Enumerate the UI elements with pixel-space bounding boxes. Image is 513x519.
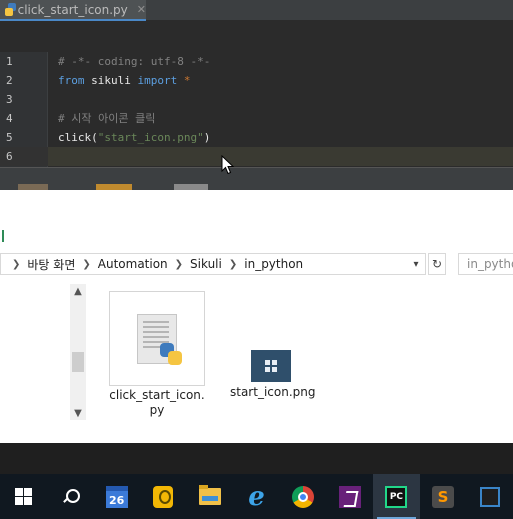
python-file-icon <box>137 313 182 365</box>
pycharm-icon: PC <box>385 485 408 508</box>
internet-explorer-button[interactable]: e <box>233 474 280 519</box>
lightbulb-icon <box>153 485 174 508</box>
breadcrumb-item[interactable]: Sikuli <box>190 257 222 271</box>
code-text[interactable]: # 시작 아이콘 클릭 <box>58 109 155 128</box>
line-number: 4 <box>6 112 13 125</box>
chevron-right-icon[interactable]: ❯ <box>82 259 90 270</box>
code-text[interactable]: # -*- coding: utf-8 -*- <box>58 52 210 71</box>
code-text[interactable]: from sikuli import * <box>58 71 191 90</box>
file-thumbnail[interactable] <box>109 291 205 386</box>
scrollbar-thumb[interactable] <box>72 352 84 372</box>
chevron-right-icon[interactable]: ❯ <box>12 259 20 270</box>
line-number: 3 <box>6 93 13 106</box>
search-button[interactable] <box>47 474 94 519</box>
refresh-button[interactable]: ↻ <box>428 253 446 275</box>
editor-tab-label: click_start_icon.py <box>17 2 128 17</box>
mouse-pointer-icon <box>221 155 235 175</box>
code-area[interactable]: 1 # -*- coding: utf-8 -*- 2 from sikuli imp… <box>0 52 513 167</box>
chevron-down-icon[interactable]: ▾ <box>409 256 423 272</box>
line-number: 6 <box>6 150 13 163</box>
sublime-text-button[interactable]: S <box>420 474 467 519</box>
status-strip <box>0 443 513 474</box>
file-explorer-button[interactable] <box>187 474 234 519</box>
chrome-button[interactable] <box>280 474 327 519</box>
file-item-click-start-icon[interactable]: click_start_icon.py <box>109 291 205 418</box>
breadcrumb-item[interactable]: 바탕 화면 <box>27 256 75 273</box>
file-item-start-icon[interactable]: start_icon.png <box>230 350 315 399</box>
search-icon <box>62 488 80 505</box>
code-line[interactable]: 3 <box>0 90 513 109</box>
chevron-up-icon[interactable]: ▲ <box>70 284 86 298</box>
visual-studio-button[interactable] <box>326 474 373 519</box>
keep-app-button[interactable] <box>140 474 187 519</box>
breadcrumb-item[interactable]: Automation <box>98 257 168 271</box>
code-text[interactable]: click("start_icon.png") <box>58 128 210 147</box>
chevron-right-icon[interactable]: ❯ <box>229 259 237 270</box>
breadcrumb-item[interactable]: in_python <box>244 257 303 271</box>
code-line[interactable]: 1 # -*- coding: utf-8 -*- <box>0 52 513 71</box>
code-line[interactable]: 2 from sikuli import * <box>0 71 513 90</box>
taskbar: 26 e PC S <box>0 474 513 519</box>
calendar-app-button[interactable]: 26 <box>93 474 140 519</box>
close-icon[interactable]: ✕ <box>137 3 146 16</box>
line-number: 5 <box>6 131 13 144</box>
editor-tab-bar: click_start_icon.py ✕ <box>0 0 513 21</box>
visual-studio-icon <box>338 485 361 508</box>
code-line[interactable]: 5 click("start_icon.png") <box>0 128 513 147</box>
python-file-icon <box>4 3 16 16</box>
other-app-button[interactable] <box>466 474 513 519</box>
ribbon-marker <box>2 230 4 242</box>
chevron-right-icon[interactable]: ❯ <box>175 259 183 270</box>
nav-scrollbar[interactable]: ▲ ▼ <box>70 284 86 420</box>
windows-logo-icon <box>14 488 32 505</box>
code-line[interactable]: 6 <box>0 147 513 166</box>
code-line[interactable]: 4 # 시작 아이콘 클릭 <box>0 109 513 128</box>
file-name[interactable]: click_start_icon.py <box>109 388 205 418</box>
line-number: 1 <box>6 55 13 68</box>
start-button[interactable] <box>0 474 47 519</box>
ribbon-area <box>0 190 513 250</box>
code-editor: click_start_icon.py ✕ 1 # -*- coding: utf… <box>0 0 513 191</box>
editor-tab[interactable]: click_start_icon.py ✕ <box>0 0 146 21</box>
search-input[interactable]: in_pytho <box>458 253 513 275</box>
folder-icon <box>198 485 221 505</box>
calendar-icon: 26 <box>105 485 128 508</box>
internet-explorer-icon: e <box>248 481 265 512</box>
file-name[interactable]: start_icon.png <box>230 385 315 399</box>
pycharm-button[interactable]: PC <box>373 474 420 519</box>
chrome-icon <box>292 485 315 508</box>
line-number: 2 <box>6 74 13 87</box>
sublime-text-icon: S <box>432 485 455 508</box>
address-bar[interactable]: ❯ 바탕 화면 ❯ Automation ❯ Sikuli ❯ in_pytho… <box>0 253 426 275</box>
screen: click_start_icon.py ✕ 1 # -*- coding: utf… <box>0 0 513 519</box>
chevron-down-icon[interactable]: ▼ <box>70 406 86 420</box>
image-file-icon <box>251 350 291 382</box>
file-explorer-window: ❯ 바탕 화면 ❯ Automation ❯ Sikuli ❯ in_pytho… <box>0 190 513 443</box>
editor-bottom-bar <box>0 167 513 191</box>
app-icon <box>479 486 500 507</box>
